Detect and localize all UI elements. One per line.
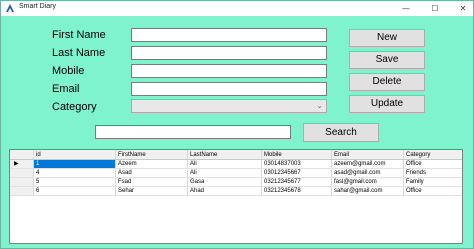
title-bar: Smart Diary — ☐ ✕	[1, 1, 473, 16]
cell-firstname[interactable]: Asad	[116, 169, 188, 177]
cell-email[interactable]: fasl@gmail.com	[332, 178, 404, 186]
update-button[interactable]: Update	[349, 95, 425, 113]
contacts-grid[interactable]: id FirstName LastName Mobile Email Categ…	[9, 149, 463, 244]
grid-header-row: id FirstName LastName Mobile Email Categ…	[10, 150, 462, 160]
first-name-label: First Name	[52, 29, 106, 41]
cell-firstname[interactable]: Azeem	[116, 160, 188, 168]
new-button[interactable]: New	[349, 29, 425, 47]
column-header-lastname[interactable]: LastName	[188, 150, 262, 159]
cell-id[interactable]: 4	[34, 169, 116, 177]
cell-id[interactable]: 6	[34, 187, 116, 195]
row-header-corner	[10, 150, 34, 159]
column-header-category[interactable]: Category	[404, 150, 462, 159]
cell-id[interactable]: 5	[34, 178, 116, 186]
cell-lastname[interactable]: Gasa	[188, 178, 262, 186]
search-button[interactable]: Search	[303, 123, 379, 142]
cell-email[interactable]: sahar@gmail.com	[332, 187, 404, 195]
table-row[interactable]: ▶ 1 Azeem Ali 03014837003 azeem@gmail.co…	[10, 160, 462, 169]
cell-lastname[interactable]: Ali	[188, 160, 262, 168]
last-name-label: Last Name	[52, 47, 106, 59]
column-header-mobile[interactable]: Mobile	[262, 150, 332, 159]
cell-lastname[interactable]: Ali	[188, 169, 262, 177]
cell-mobile[interactable]: 03212345677	[262, 178, 332, 186]
window-title: Smart Diary	[19, 3, 56, 10]
cell-firstname[interactable]: Fsad	[116, 178, 188, 186]
first-name-field[interactable]	[131, 28, 327, 42]
delete-button[interactable]: Delete	[349, 73, 425, 91]
cell-lastname[interactable]: Ahad	[188, 187, 262, 195]
email-field[interactable]	[131, 82, 327, 96]
mobile-field[interactable]	[131, 64, 327, 78]
category-label: Category	[52, 101, 97, 113]
cell-category[interactable]: Office	[404, 187, 462, 195]
cell-firstname[interactable]: Sehar	[116, 187, 188, 195]
category-select[interactable]: ⌄	[131, 99, 327, 113]
maximize-button[interactable]: ☐	[422, 1, 448, 16]
column-header-id[interactable]: id	[34, 150, 116, 159]
cell-mobile[interactable]: 03012345667	[262, 169, 332, 177]
cell-category[interactable]: Family	[404, 178, 462, 186]
smart-diary-window: Smart Diary — ☐ ✕ First Name Last Name M…	[0, 0, 474, 249]
table-row[interactable]: 6 Sehar Ahad 03212345678 sahar@gmail.com…	[10, 187, 462, 196]
save-button[interactable]: Save	[349, 51, 425, 69]
cell-email[interactable]: asad@gmail.com	[332, 169, 404, 177]
cell-category[interactable]: Friends	[404, 169, 462, 177]
table-row[interactable]: 4 Asad Ali 03012345667 asad@gmail.com Fr…	[10, 169, 462, 178]
row-header[interactable]: ▶	[10, 160, 34, 168]
row-header[interactable]	[10, 169, 34, 177]
search-input[interactable]	[95, 125, 291, 139]
last-name-field[interactable]	[131, 46, 327, 60]
cell-email[interactable]: azeem@gmail.com	[332, 160, 404, 168]
cell-mobile[interactable]: 03014837003	[262, 160, 332, 168]
close-button[interactable]: ✕	[450, 1, 474, 16]
current-row-icon: ▶	[14, 161, 19, 167]
chevron-down-icon[interactable]: ⌄	[316, 100, 323, 112]
email-label: Email	[52, 83, 80, 95]
row-header[interactable]	[10, 187, 34, 195]
cell-id[interactable]: 1	[34, 160, 116, 168]
cell-category[interactable]: Office	[404, 160, 462, 168]
table-row[interactable]: 5 Fsad Gasa 03212345677 fasl@gmail.com F…	[10, 178, 462, 187]
column-header-firstname[interactable]: FirstName	[116, 150, 188, 159]
cell-mobile[interactable]: 03212345678	[262, 187, 332, 195]
mobile-label: Mobile	[52, 65, 85, 77]
row-header[interactable]	[10, 178, 34, 186]
minimize-button[interactable]: —	[393, 1, 419, 16]
column-header-email[interactable]: Email	[332, 150, 404, 159]
app-icon	[6, 4, 14, 12]
